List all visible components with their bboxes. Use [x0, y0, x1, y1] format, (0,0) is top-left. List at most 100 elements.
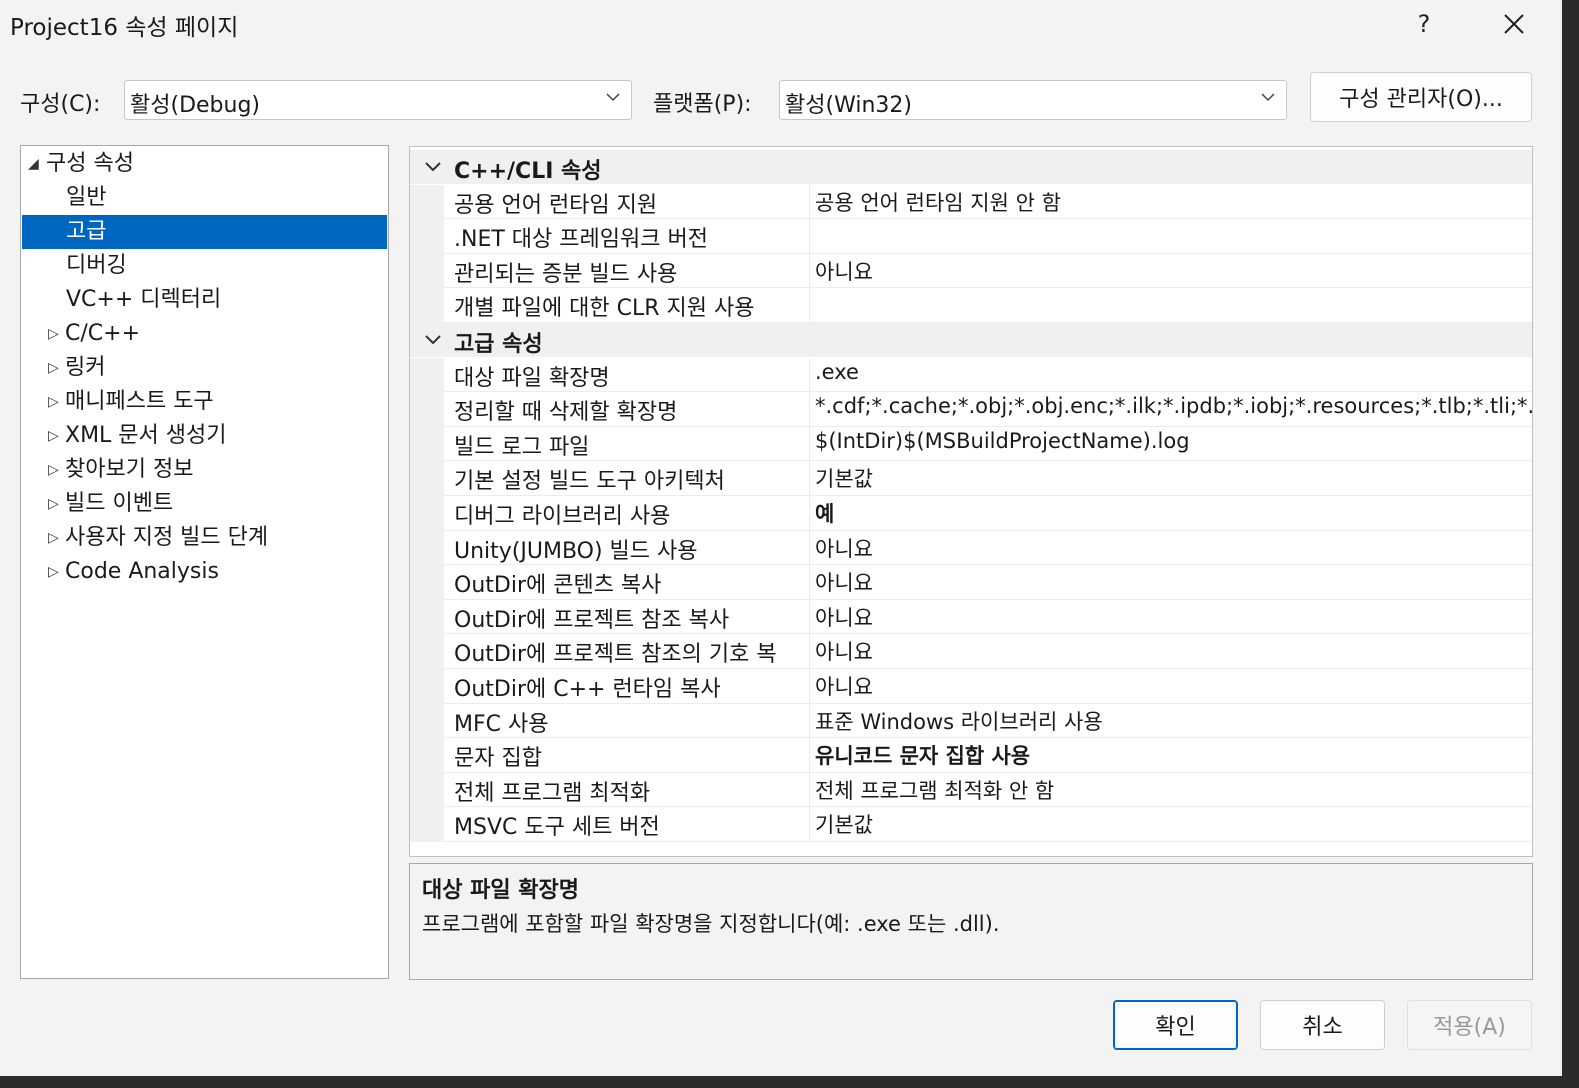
property-name: OutDir에 콘텐츠 복사 — [454, 573, 662, 599]
tree-item-label: 매니페스트 도구 — [65, 389, 214, 414]
property-name: OutDir에 프로젝트 참조 복사 — [454, 607, 730, 633]
expand-arrow-icon[interactable]: ▷ — [48, 317, 59, 351]
column-divider — [809, 530, 810, 566]
row-gutter — [410, 565, 444, 600]
tree-item-11[interactable]: ▷ 사용자 지정 빌드 단계 — [22, 521, 387, 555]
tree-item-3[interactable]: 디버깅 — [22, 249, 387, 283]
property-row[interactable]: OutDir에 C++ 런타임 복사 아니요 — [410, 669, 1532, 704]
property-name: Unity(JUMBO) 빌드 사용 — [454, 538, 698, 564]
property-value[interactable]: .exe — [815, 359, 1532, 384]
column-divider — [809, 738, 810, 773]
property-row[interactable]: 대상 파일 확장명 .exe — [410, 357, 1532, 393]
tree-item-5[interactable]: ▷ C/C++ — [22, 317, 387, 351]
property-row[interactable]: .NET 대상 프레임워크 버전 — [410, 219, 1532, 254]
tree-item-6[interactable]: ▷ 링커 — [22, 351, 387, 385]
property-row[interactable]: 빌드 로그 파일 $(IntDir)$(MSBuildProjectName).l… — [410, 426, 1532, 462]
tree-item-label: VC++ 디렉터리 — [66, 287, 222, 312]
property-row[interactable]: 전체 프로그램 최적화 전체 프로그램 최적화 안 함 — [410, 772, 1532, 808]
column-divider — [809, 184, 810, 220]
tree-item-label: C/C++ — [65, 321, 141, 346]
row-gutter — [410, 738, 444, 773]
column-divider — [809, 253, 810, 289]
tree-item-9[interactable]: ▷ 찾아보기 정보 — [22, 453, 387, 487]
tree-item-2[interactable]: 고급 — [22, 215, 387, 249]
property-value[interactable]: 기본값 — [815, 463, 1532, 493]
expand-arrow-icon[interactable]: ▷ — [48, 487, 59, 521]
column-divider — [809, 703, 810, 739]
expand-arrow-icon[interactable]: ▷ — [48, 385, 59, 419]
property-value[interactable]: 전체 프로그램 최적화 안 함 — [815, 775, 1532, 805]
property-value[interactable]: 공용 언어 런타임 지원 안 함 — [815, 187, 1532, 217]
column-divider — [809, 426, 810, 462]
property-row[interactable]: 개별 파일에 대한 CLR 지원 사용 — [410, 288, 1532, 323]
section-header[interactable]: C++/CLI 속성 — [410, 150, 1532, 184]
property-value[interactable]: $(IntDir)$(MSBuildProjectName).log — [815, 429, 1532, 453]
column-divider — [809, 599, 810, 635]
chevron-down-icon — [1261, 93, 1275, 102]
platform-combo[interactable]: 활성(Win32) — [779, 80, 1287, 120]
property-row[interactable]: OutDir에 프로젝트 참조 복사 아니요 — [410, 599, 1532, 635]
property-value[interactable]: 유니코드 문자 집합 사용 — [815, 740, 1532, 770]
column-divider — [809, 807, 810, 842]
property-value[interactable]: 아니요 — [815, 636, 1532, 666]
tree-item-8[interactable]: ▷ XML 문서 생성기 — [22, 419, 387, 453]
property-value[interactable]: 아니요 — [815, 671, 1532, 701]
property-value[interactable]: 표준 Windows 라이브러리 사용 — [815, 706, 1532, 736]
tree-item-label: 링커 — [65, 355, 106, 380]
chevron-down-icon[interactable] — [424, 332, 442, 348]
row-gutter — [410, 807, 444, 842]
property-value[interactable]: 아니요 — [815, 256, 1532, 286]
property-row[interactable]: OutDir에 콘텐츠 복사 아니요 — [410, 565, 1532, 600]
property-value[interactable]: *.cdf;*.cache;*.obj;*.obj.enc;*.ilk;*.ip… — [815, 394, 1532, 418]
property-value[interactable]: 아니요 — [815, 533, 1532, 563]
apply-button[interactable]: 적용(A) — [1407, 1000, 1532, 1050]
property-row[interactable]: 관리되는 증분 빌드 사용 아니요 — [410, 253, 1532, 289]
property-value[interactable]: 예 — [815, 498, 1532, 528]
close-button[interactable] — [1484, 0, 1544, 48]
property-row[interactable]: Unity(JUMBO) 빌드 사용 아니요 — [410, 530, 1532, 566]
section-header[interactable]: 고급 속성 — [410, 323, 1532, 357]
row-gutter — [410, 426, 444, 462]
expand-arrow-icon[interactable]: ▷ — [48, 521, 59, 555]
property-row[interactable]: 문자 집합 유니코드 문자 집합 사용 — [410, 738, 1532, 773]
config-combo[interactable]: 활성(Debug) — [124, 80, 632, 120]
tree-item-0[interactable]: ◢ 구성 속성 — [22, 147, 387, 181]
expand-arrow-icon[interactable]: ▷ — [48, 453, 59, 487]
property-name: 디버그 라이브러리 사용 — [454, 504, 671, 529]
cancel-button[interactable]: 취소 — [1260, 1000, 1385, 1050]
property-value[interactable]: 아니요 — [815, 567, 1532, 597]
config-label: 구성(C): — [20, 92, 101, 117]
property-row[interactable]: MFC 사용 표준 Windows 라이브러리 사용 — [410, 703, 1532, 739]
configuration-manager-button[interactable]: 구성 관리자(O)... — [1310, 72, 1532, 122]
expand-arrow-icon[interactable]: ▷ — [48, 555, 59, 589]
property-row[interactable]: OutDir에 프로젝트 참조의 기호 복 아니요 — [410, 634, 1532, 669]
property-name: MSVC 도구 세트 버전 — [454, 815, 660, 841]
tree-item-10[interactable]: ▷ 빌드 이벤트 — [22, 487, 387, 521]
row-gutter — [410, 461, 444, 496]
expand-arrow-icon[interactable]: ▷ — [48, 419, 59, 453]
ok-button[interactable]: 확인 — [1113, 1000, 1238, 1050]
tree-item-label: 찾아보기 정보 — [65, 457, 194, 482]
row-gutter — [410, 184, 444, 220]
tree-item-1[interactable]: 일반 — [22, 181, 387, 215]
chevron-down-icon[interactable] — [424, 159, 442, 175]
tree-item-4[interactable]: VC++ 디렉터리 — [22, 283, 387, 317]
tree-item-label: Code Analysis — [65, 559, 219, 584]
property-row[interactable]: MSVC 도구 세트 버전 기본값 — [410, 807, 1532, 842]
property-row[interactable]: 기본 설정 빌드 도구 아키텍처 기본값 — [410, 461, 1532, 496]
property-row[interactable]: 정리할 때 삭제할 확장명 *.cdf;*.cache;*.obj;*.obj.e… — [410, 392, 1532, 427]
expanded-arrow-icon[interactable]: ◢ — [28, 147, 39, 181]
property-row[interactable]: 공용 언어 런타임 지원 공용 언어 런타임 지원 안 함 — [410, 184, 1532, 220]
tree-item-label: 사용자 지정 빌드 단계 — [65, 525, 269, 550]
window-title: Project16 속성 페이지 — [10, 15, 239, 41]
tree-item-12[interactable]: ▷ Code Analysis — [22, 555, 387, 589]
property-pages-dialog: Project16 속성 페이지 ? 구성(C): 활성(Debug) 플랫폼(… — [0, 0, 1562, 1076]
tree-item-7[interactable]: ▷ 매니페스트 도구 — [22, 385, 387, 419]
column-divider — [809, 565, 810, 600]
property-value[interactable]: 기본값 — [815, 809, 1532, 839]
property-value[interactable]: 아니요 — [815, 602, 1532, 632]
property-row[interactable]: 디버그 라이브러리 사용 예 — [410, 496, 1532, 531]
help-button[interactable]: ? — [1394, 0, 1454, 48]
expand-arrow-icon[interactable]: ▷ — [48, 351, 59, 385]
column-divider — [809, 461, 810, 496]
